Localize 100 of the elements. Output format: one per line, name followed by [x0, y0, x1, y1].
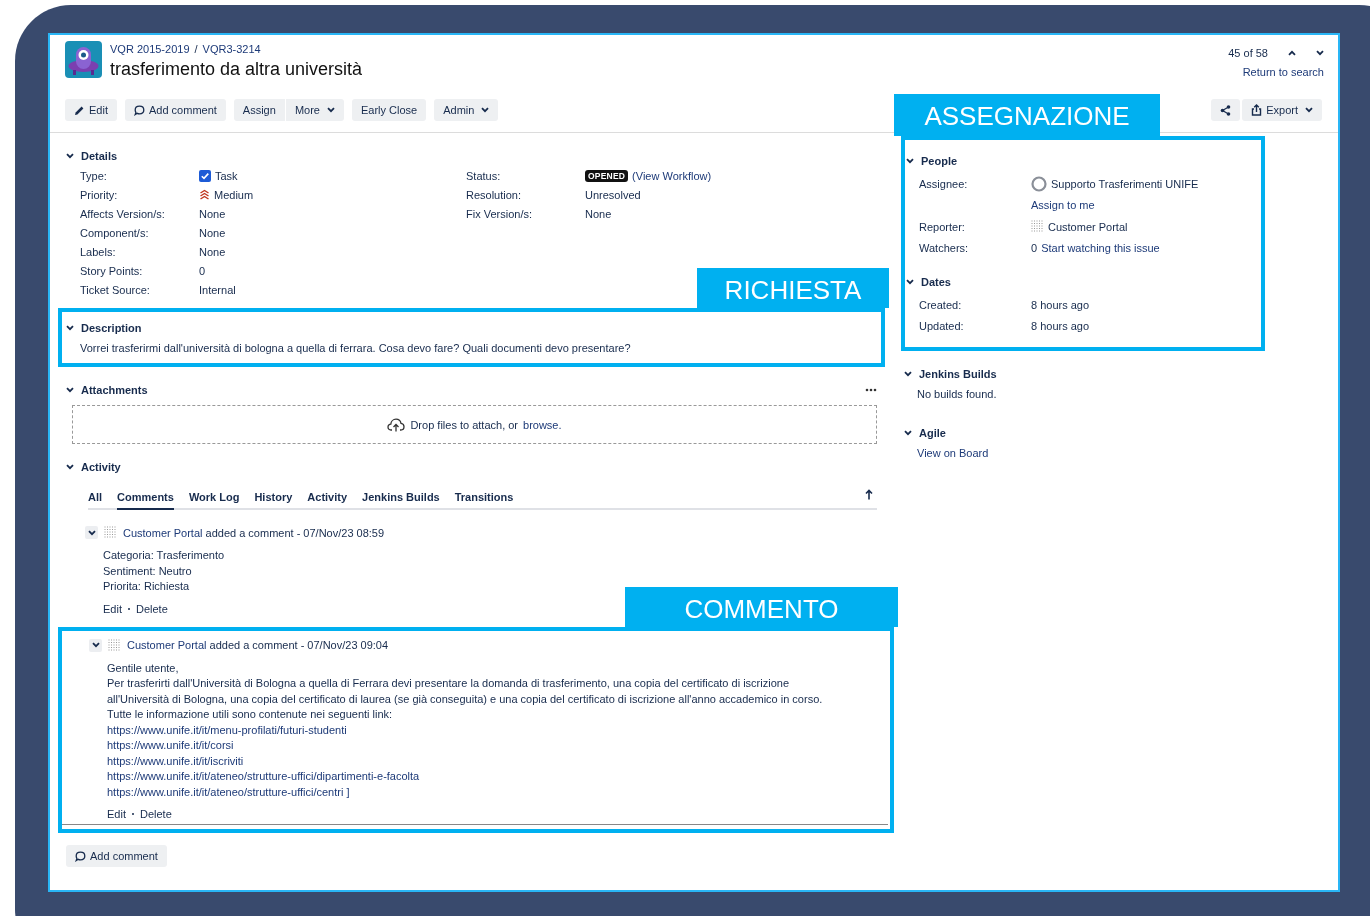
previous-icon[interactable] [1288, 50, 1296, 56]
export-icon [1251, 104, 1263, 116]
board-link[interactable]: View on Board [917, 447, 989, 459]
return-link[interactable]: Return to search [1228, 66, 1324, 78]
url-link[interactable]: https://www.unife.it/it/corsi [107, 739, 234, 751]
toolbar-button[interactable]: Edit [65, 99, 117, 121]
project-link[interactable]: VQR 2015-2019 [110, 43, 190, 55]
workflow-link[interactable]: (View Workflow) [632, 169, 712, 182]
comment-text: Gentile utente, [107, 660, 180, 676]
section-title: Details [81, 150, 118, 162]
issue-position: 45 of 58 [1228, 47, 1268, 59]
toolbar-button[interactable]: Assign [233, 99, 285, 121]
url-link[interactable]: https://www.unife.it/it/menu-profilati/futuri-studenti [107, 723, 347, 736]
field-label: Ticket Source: [80, 283, 151, 296]
url-link[interactable]: https://www.unife.it/it/ateneo/strutture-uffici/dipartimenti-e-facolta [107, 770, 420, 782]
dropdown-button[interactable]: Admin [434, 99, 499, 121]
url-link[interactable]: https://www.unife.it/it/iscriviti [107, 754, 244, 767]
field-value: None [585, 207, 612, 220]
comment-action-link[interactable]: Delete [139, 808, 172, 820]
activity-tab[interactable]: History [254, 485, 293, 508]
section-title: Attachments [81, 384, 148, 396]
comment-text: Categoria: Trasferimento [103, 548, 226, 563]
caret-icon [906, 158, 914, 164]
activity-tab[interactable]: Jenkins Builds [362, 485, 440, 508]
field-label: Fix Version/s: [466, 207, 534, 220]
field-value: Supporto Trasferimenti UNIFE [1051, 177, 1199, 190]
caret-icon [481, 107, 490, 113]
field-label: Type: [80, 169, 108, 182]
field-label: Status: [466, 169, 502, 182]
section-title: Jenkins Builds [919, 368, 997, 380]
field-label: Created: [919, 298, 963, 311]
annotation-label: ASSEGNAZIONE [894, 94, 1160, 136]
caret-icon [904, 430, 912, 436]
annotation-label: COMMENTO [625, 586, 898, 627]
add-comment-button[interactable]: Add comment [66, 845, 167, 867]
caret-icon [66, 325, 74, 331]
activity-tab[interactable]: Transitions [454, 485, 514, 508]
comment-text: Priorita: Richiesta [103, 579, 191, 594]
toolbar-button[interactable]: Add comment [124, 99, 226, 121]
builds-text: No builds found. [917, 388, 998, 400]
next-icon[interactable] [1316, 50, 1324, 56]
comment-icon [133, 104, 145, 116]
priority-icon [199, 189, 210, 200]
field-label: Assignee: [919, 177, 969, 190]
more-icon[interactable] [865, 388, 877, 392]
author-link[interactable]: Customer Portal [127, 639, 207, 651]
field-value: 0 [199, 264, 206, 277]
activity-tab[interactable]: Work Log [188, 485, 240, 508]
caret-icon [904, 371, 912, 377]
collapse-button[interactable] [85, 526, 98, 539]
breadcrumb-separator: / [194, 43, 198, 55]
activity-tab[interactable]: All [88, 485, 103, 508]
caret-icon [66, 153, 74, 159]
comment-icon [75, 850, 86, 862]
field-label: Affects Version/s: [80, 207, 166, 220]
author-link[interactable]: Customer Portal [123, 526, 203, 539]
caret-icon [66, 464, 74, 470]
user-avatar-icon [1031, 175, 1047, 192]
cloud-upload-icon [387, 417, 406, 432]
activity-tab[interactable]: Comments [117, 485, 174, 510]
browse-link[interactable]: browse. [523, 418, 562, 431]
pencil-icon [74, 104, 85, 116]
status-badge: OPENED [585, 169, 629, 182]
field-value: Customer Portal [1048, 220, 1128, 233]
field-label: Labels: [80, 245, 117, 258]
field-value: 8 hours ago [1031, 320, 1090, 333]
comment-text: Sentiment: Neutro [103, 563, 193, 579]
share-button[interactable] [1211, 99, 1241, 121]
portal-avatar-icon [108, 638, 121, 652]
comment-text: Tutte le informazione utili sono contenute nei seguenti link: [107, 707, 394, 722]
activity-tab[interactable]: Activity [307, 485, 348, 508]
dropdown-button[interactable]: More [285, 99, 344, 121]
caret-icon [87, 529, 96, 536]
watch-link[interactable]: Start watching this issue [1041, 242, 1160, 255]
drop-zone[interactable]: Drop files to attach, or browse. [72, 405, 877, 444]
caret-icon [1305, 107, 1313, 113]
share-icon [1220, 104, 1232, 116]
export-button[interactable]: Export [1242, 99, 1322, 121]
comment-action-link[interactable]: Delete [135, 602, 168, 615]
caret-icon [326, 107, 335, 113]
section-title: Agile [919, 427, 946, 439]
portal-avatar-icon [104, 526, 117, 539]
collapse-button[interactable] [89, 638, 102, 652]
section-title: People [921, 155, 958, 167]
comment-header: Customer Portal added a comment - 07/Nov/23 09:04 [127, 639, 389, 651]
comment-action-link[interactable]: Edit [103, 602, 122, 615]
field-value: None [199, 226, 226, 239]
caret-icon [66, 387, 74, 393]
assign-link[interactable]: Assign to me [1031, 199, 1095, 212]
field-label: Resolution: [466, 188, 523, 201]
task-icon [199, 169, 211, 182]
url-link[interactable]: https://www.unife.it/it/ateneo/strutture-uffici/centri ] [107, 785, 350, 798]
section-title: Activity [81, 461, 121, 473]
drop-text: Drop files to attach, or [410, 418, 519, 431]
issue-key-link[interactable]: VQR3-3214 [202, 43, 261, 55]
field-label: Reporter: [919, 220, 966, 233]
sort-arrow-icon[interactable] [865, 489, 873, 500]
comment-action-link[interactable]: Edit [107, 808, 126, 820]
toolbar-button[interactable]: Early Close [351, 99, 427, 121]
field-label: Component/s: [80, 226, 150, 239]
